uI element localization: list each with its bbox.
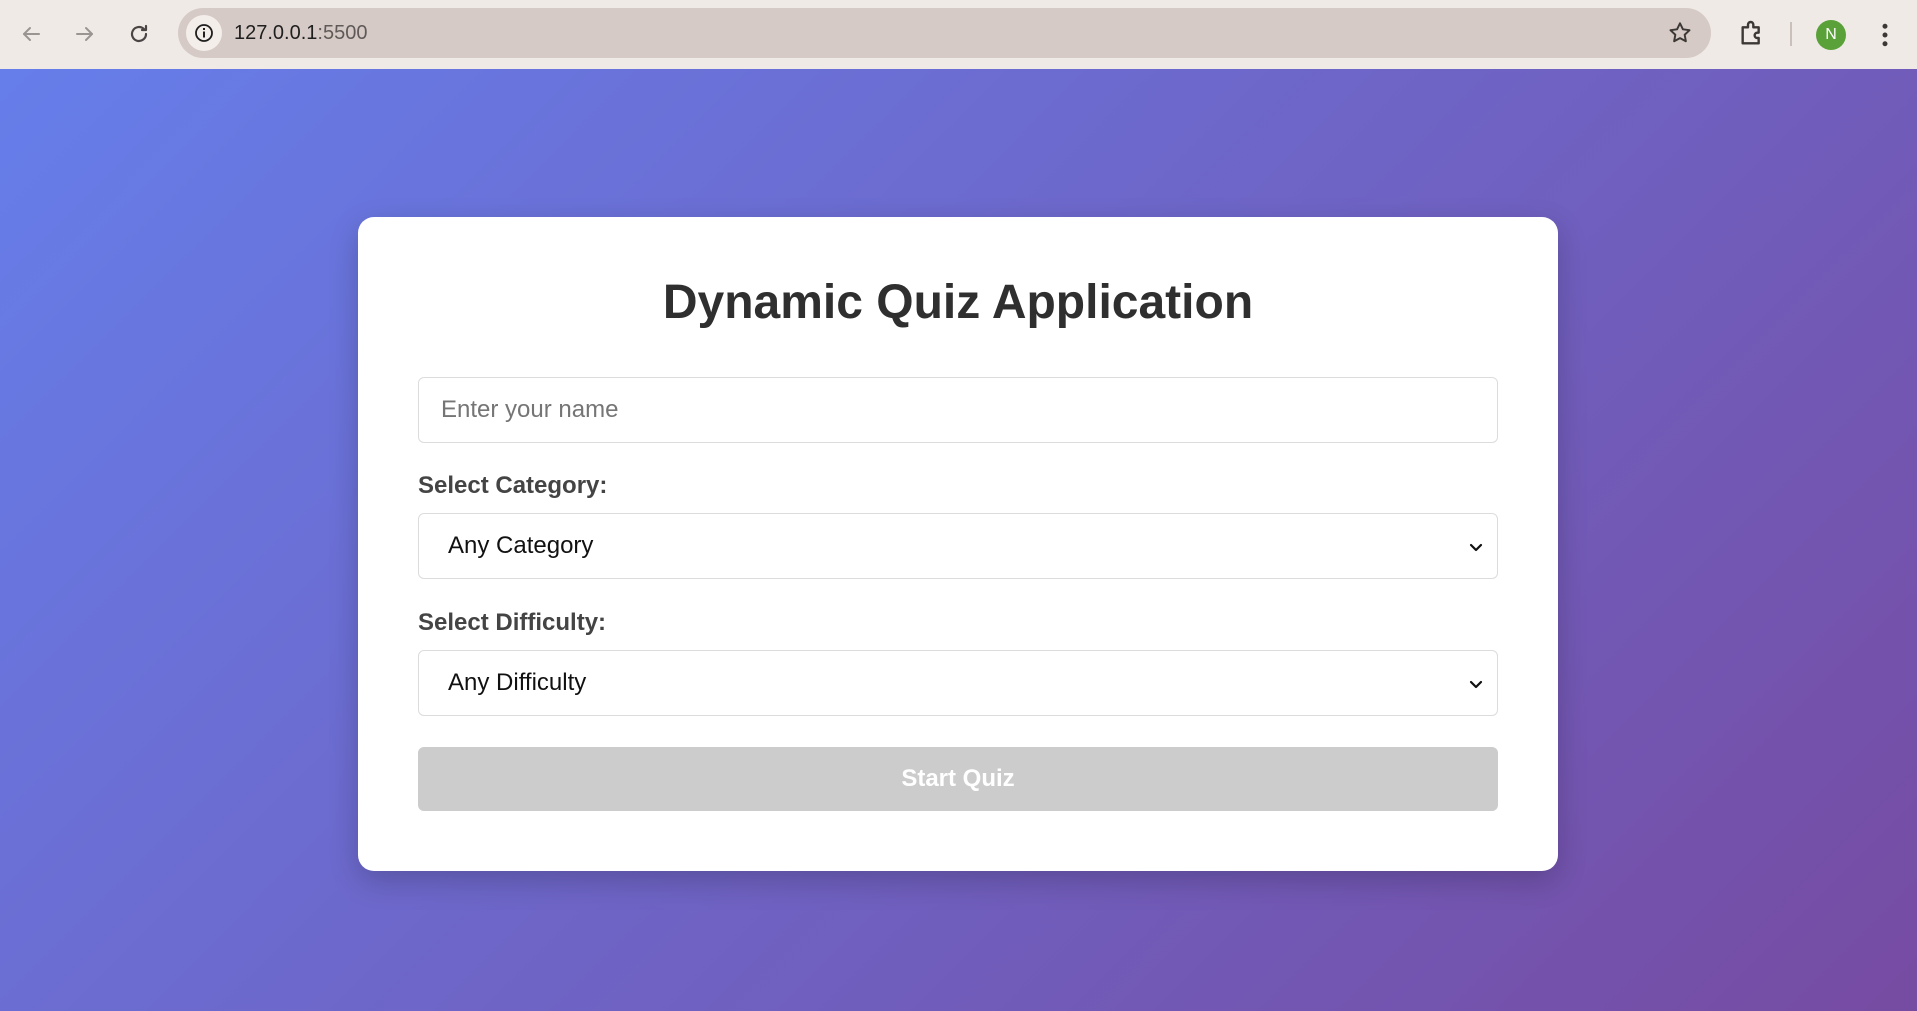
chevron-down-icon [1469, 543, 1483, 552]
difficulty-selected-value: Any Difficulty [448, 669, 587, 696]
kebab-menu-icon[interactable] [1870, 20, 1900, 50]
profile-avatar[interactable]: N [1816, 20, 1846, 50]
start-quiz-button[interactable]: Start Quiz [418, 747, 1498, 811]
name-input[interactable] [418, 377, 1498, 443]
chevron-down-icon [1469, 680, 1483, 689]
quiz-setup-card: Dynamic Quiz Application Select Category… [358, 217, 1558, 871]
difficulty-label: Select Difficulty: [418, 609, 607, 636]
site-info-button[interactable] [186, 15, 222, 51]
star-icon[interactable] [1667, 20, 1693, 46]
category-selected-value: Any Category [448, 532, 594, 559]
url-host: 127.0.0.1 [234, 22, 318, 44]
arrow-right-icon [76, 27, 93, 41]
url-text: 127.0.0.1:5500 [234, 8, 367, 58]
puzzle-icon[interactable] [1736, 18, 1768, 50]
category-select[interactable]: Any Category [418, 513, 1498, 579]
toolbar-divider [1790, 22, 1792, 46]
arrow-left-icon [23, 27, 40, 41]
back-button[interactable] [14, 17, 48, 51]
page-title: Dynamic Quiz Application [662, 276, 1254, 329]
info-icon [195, 24, 213, 42]
address-bar[interactable]: 127.0.0.1:5500 [178, 8, 1711, 58]
difficulty-select[interactable]: Any Difficulty [418, 650, 1498, 716]
forward-button[interactable] [68, 17, 102, 51]
browser-window: 127.0.0.1:5500 N Dynamic Quiz Applicatio… [0, 0, 1917, 1011]
reload-icon [130, 24, 148, 43]
reload-button[interactable] [122, 17, 156, 51]
browser-toolbar: 127.0.0.1:5500 N [0, 0, 1917, 69]
category-label: Select Category: [418, 472, 608, 499]
url-port: :5500 [317, 22, 368, 44]
page-viewport: Dynamic Quiz Application Select Category… [0, 69, 1917, 1011]
